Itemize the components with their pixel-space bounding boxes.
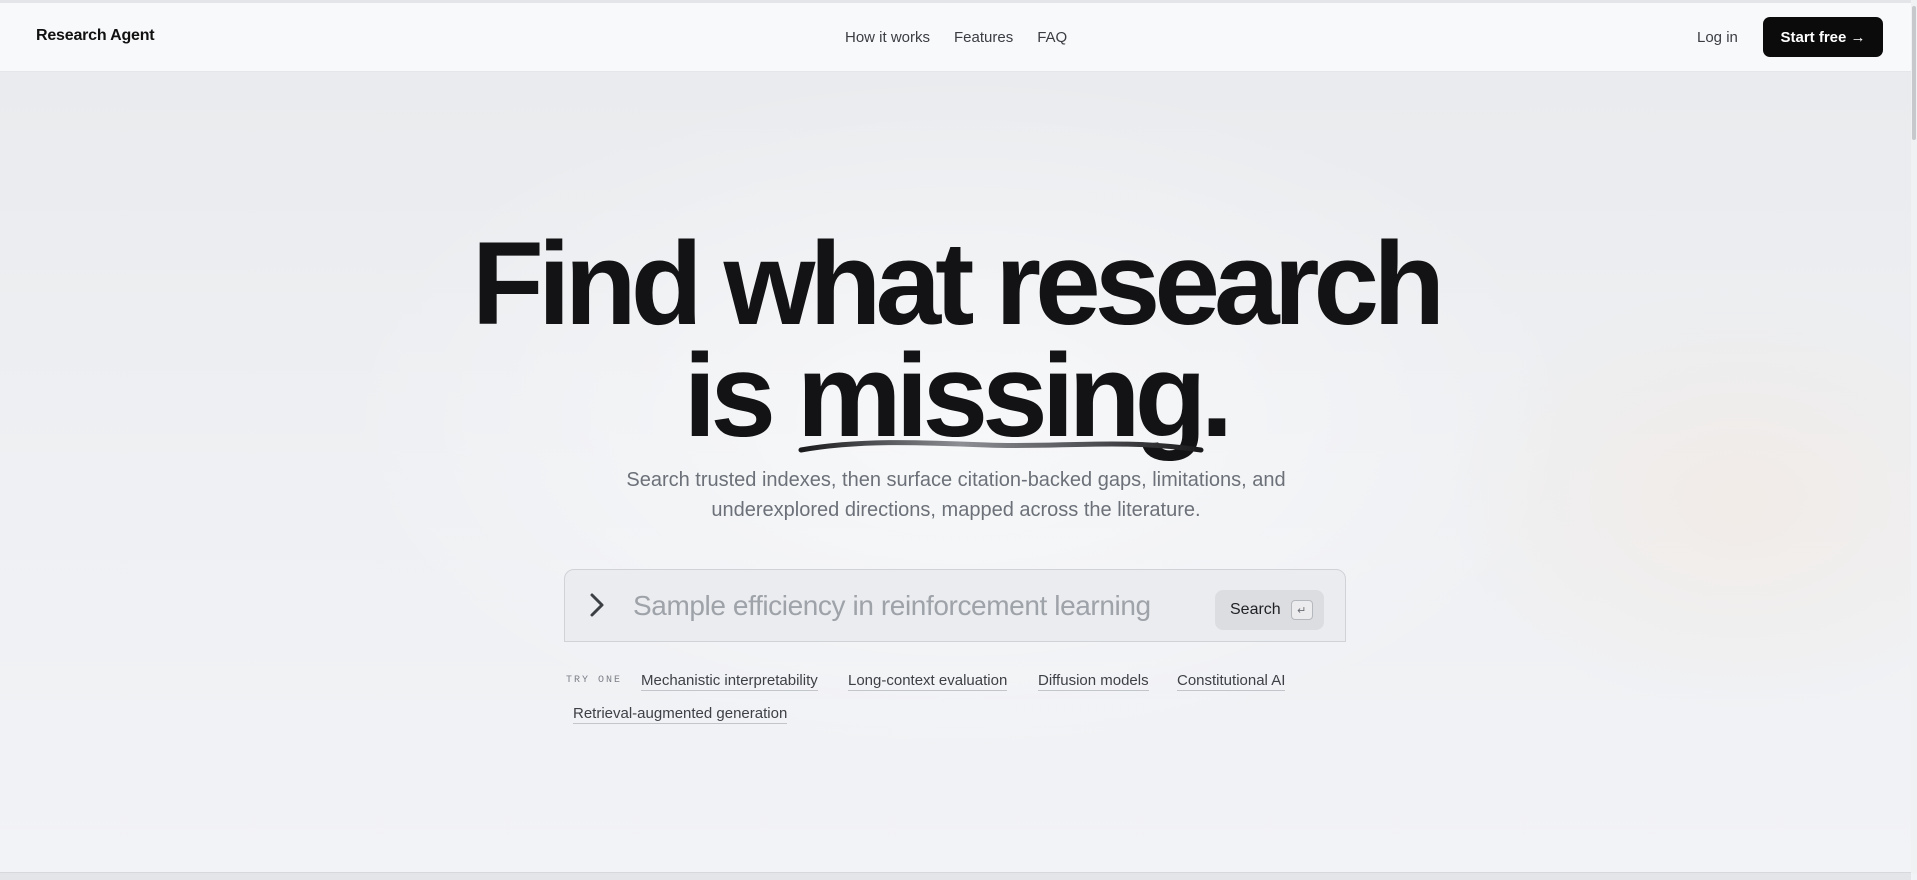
suggestion-mechanistic-interpretability[interactable]: Mechanistic interpretability: [641, 672, 818, 691]
scrollbar-thumb[interactable]: [1912, 6, 1916, 140]
suggestion-constitutional-ai[interactable]: Constitutional AI: [1177, 672, 1286, 691]
search-button[interactable]: Search ↵: [1215, 590, 1324, 630]
search-box: Search ↵: [564, 569, 1346, 642]
search-input[interactable]: [633, 588, 1193, 624]
enter-key-icon: ↵: [1290, 600, 1313, 620]
login-link[interactable]: Log in: [1697, 29, 1738, 46]
start-free-button[interactable]: Start free →: [1763, 17, 1883, 57]
nav-features[interactable]: Features: [954, 29, 1013, 46]
suggestion-retrieval-augmented-generation[interactable]: Retrieval-augmented generation: [573, 705, 788, 724]
suggestions-label: TRY ONE: [566, 675, 623, 686]
search-button-label: Search: [1230, 601, 1281, 618]
squiggle-underline: [798, 440, 1204, 453]
headline-emphasis-wrap: missing.: [797, 337, 1234, 455]
hero-subtitle: Search trusted indexes, then surface cit…: [556, 465, 1356, 525]
brand-logo[interactable]: Research Agent: [36, 27, 155, 45]
headline-prefix: is: [683, 330, 797, 462]
headline-line-2: is missing.: [0, 337, 1911, 455]
nav-faq[interactable]: FAQ: [1037, 29, 1067, 46]
headline-line-1: Find what research: [471, 218, 1445, 350]
suggestion-diffusion-models[interactable]: Diffusion models: [1038, 672, 1149, 691]
main-nav: How it works Features FAQ: [845, 29, 1067, 46]
nav-how-it-works[interactable]: How it works: [845, 29, 930, 46]
top-navbar: Research Agent How it works Features FAQ…: [0, 3, 1911, 72]
subtitle-line-1: Search trusted indexes, then surface cit…: [626, 469, 1286, 491]
subtitle-line-2: underexplored directions, mapped across …: [711, 499, 1201, 521]
chevron-right-icon: [590, 593, 604, 617]
hero-headline: Find what research is missing.: [0, 218, 1911, 455]
suggestion-long-context-evaluation[interactable]: Long-context evaluation: [848, 672, 1008, 691]
bottom-edge: [0, 872, 1911, 880]
